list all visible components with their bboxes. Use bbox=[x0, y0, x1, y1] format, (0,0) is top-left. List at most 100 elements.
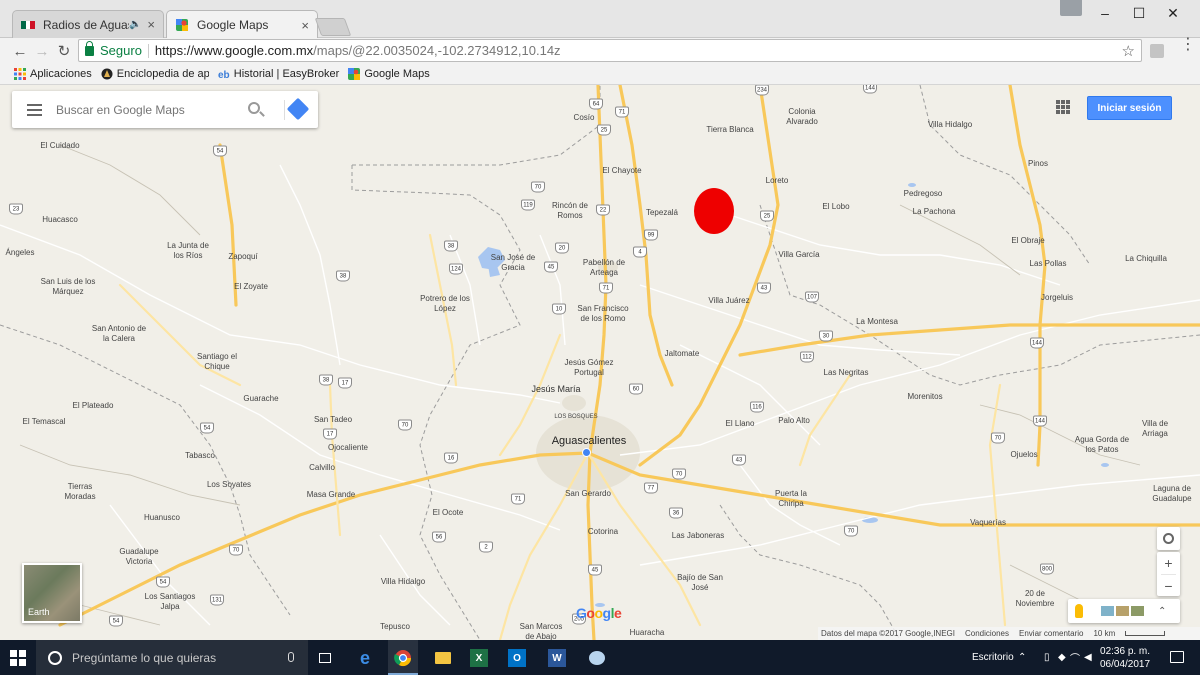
imagery-thumbnails[interactable] bbox=[1101, 606, 1144, 616]
town-label[interactable]: El Zoyate bbox=[234, 282, 268, 292]
town-label[interactable]: Los Soyates bbox=[207, 480, 251, 490]
pegman-icon[interactable] bbox=[1075, 604, 1083, 618]
town-label[interactable]: Cotorina bbox=[588, 527, 618, 537]
neighborhood-label[interactable]: LOS BOSQUES bbox=[554, 412, 597, 422]
town-label[interactable]: El Llano bbox=[726, 419, 755, 429]
town-label[interactable]: Tepusco bbox=[380, 622, 410, 632]
town-label[interactable]: Tierras Moradas bbox=[58, 482, 102, 502]
town-label[interactable]: La Pachona bbox=[913, 207, 956, 217]
volume-icon[interactable]: ◀ bbox=[1084, 640, 1092, 675]
town-label[interactable]: Rincón de Romos bbox=[547, 201, 593, 221]
town-label[interactable]: San Antonio de la Calera bbox=[88, 324, 150, 344]
town-label[interactable]: Jesús Gómez Portugal bbox=[556, 358, 622, 378]
town-label[interactable]: La Junta de los Ríos bbox=[163, 241, 213, 261]
town-label[interactable]: Pabellón de Arteaga bbox=[578, 258, 630, 278]
word-icon[interactable]: W bbox=[548, 649, 566, 667]
town-label[interactable]: Guarache bbox=[243, 394, 278, 404]
town-label[interactable]: El Cuidado bbox=[40, 141, 79, 151]
tab-radios[interactable]: Radios de Aguascalier 🔈 × bbox=[12, 10, 164, 38]
town-label[interactable]: Villa García bbox=[778, 250, 819, 260]
map-canvas[interactable]: Aguascalientes Jesús María LOS BOSQUES C… bbox=[0, 85, 1200, 640]
extension-icon[interactable] bbox=[1150, 44, 1164, 58]
terms-link[interactable]: Condiciones bbox=[965, 629, 1009, 638]
chevron-up-icon[interactable]: ⌃ bbox=[1018, 640, 1026, 675]
town-label[interactable]: San Tadeo bbox=[314, 415, 352, 425]
town-label[interactable]: Puerta la Chiripa bbox=[769, 489, 813, 509]
town-label[interactable]: Huaracha bbox=[630, 628, 665, 638]
town-label[interactable]: San José de Gracia bbox=[490, 253, 536, 273]
town-label[interactable]: Calvillo bbox=[309, 463, 335, 473]
wifi-icon[interactable]: ⌒ bbox=[1070, 640, 1080, 675]
user-profile-icon[interactable] bbox=[1060, 0, 1082, 16]
new-tab-button[interactable] bbox=[314, 18, 352, 36]
town-label[interactable]: Potrero de los López bbox=[420, 294, 470, 314]
town-label[interactable]: Jesús María bbox=[531, 384, 580, 394]
address-bar[interactable]: Seguro https://www.google.com.mx /maps/@… bbox=[78, 39, 1142, 62]
google-apps-icon[interactable] bbox=[1056, 100, 1070, 114]
sign-in-button[interactable]: Iniciar sesión bbox=[1087, 96, 1172, 120]
town-label[interactable]: El Plateado bbox=[73, 401, 114, 411]
browser-menu-icon[interactable]: ⋮ bbox=[1180, 37, 1196, 53]
close-window-button[interactable]: ✕ bbox=[1150, 0, 1196, 26]
system-clock[interactable]: 02:36 p. m. 06/04/2017 bbox=[1100, 645, 1150, 671]
secure-indicator[interactable]: Seguro bbox=[85, 40, 142, 58]
town-label[interactable]: Las Pollas bbox=[1030, 259, 1067, 269]
zoom-in-button[interactable]: + bbox=[1157, 552, 1180, 574]
town-label[interactable]: Morenitos bbox=[907, 392, 942, 402]
town-label[interactable]: El Lobo bbox=[822, 202, 849, 212]
town-label[interactable]: Tepezalá bbox=[646, 208, 678, 218]
town-label[interactable]: Vaquerías bbox=[970, 518, 1006, 528]
tab-google-maps[interactable]: Google Maps × bbox=[166, 10, 318, 39]
close-tab-icon[interactable]: × bbox=[301, 18, 309, 33]
excel-icon[interactable]: X bbox=[470, 649, 488, 667]
town-label[interactable]: Pedregoso bbox=[904, 189, 943, 199]
town-label[interactable]: Ojocaliente bbox=[328, 443, 368, 453]
town-label[interactable]: Villa Hidalgo bbox=[928, 120, 972, 130]
bookmark-easybroker[interactable]: eb Historial | EasyBroker bbox=[218, 68, 340, 80]
chrome-icon[interactable] bbox=[392, 647, 414, 669]
town-label[interactable]: Masa Grande bbox=[307, 490, 355, 500]
town-label[interactable]: Villa de Arriaga bbox=[1137, 419, 1173, 439]
town-label[interactable]: Laguna de Guadalupe bbox=[1146, 484, 1198, 504]
town-label[interactable]: Tabasco bbox=[185, 451, 215, 461]
earth-view-toggle[interactable]: Earth bbox=[22, 563, 82, 623]
task-view-icon[interactable] bbox=[314, 647, 336, 669]
town-label[interactable]: Villa Juárez bbox=[708, 296, 749, 306]
file-explorer-icon[interactable] bbox=[432, 647, 454, 669]
outlook-icon[interactable]: O bbox=[508, 649, 526, 667]
search-icon[interactable] bbox=[248, 102, 260, 114]
desktop-label[interactable]: Escritorio bbox=[972, 640, 1014, 675]
edge-icon[interactable]: e bbox=[354, 647, 376, 669]
town-label[interactable]: El Obraje bbox=[1011, 236, 1044, 246]
town-label[interactable]: San Marcos de Abajo bbox=[516, 622, 566, 640]
town-label[interactable]: Huanusco bbox=[144, 513, 180, 523]
menu-icon[interactable] bbox=[12, 103, 56, 116]
town-label[interactable]: Bajío de San José bbox=[677, 573, 723, 593]
town-label[interactable]: La Chiquilla bbox=[1125, 254, 1167, 264]
my-location-button[interactable] bbox=[1157, 527, 1180, 550]
microphone-icon[interactable] bbox=[288, 652, 294, 662]
town-label[interactable]: Agua Gorda de los Patos bbox=[1072, 435, 1132, 455]
town-label[interactable]: Colonia Alvarado bbox=[777, 107, 827, 127]
town-label[interactable]: Los Santiagos Jalpa bbox=[137, 592, 203, 612]
directions-icon[interactable] bbox=[286, 97, 310, 121]
town-label[interactable]: El Temascal bbox=[23, 417, 66, 427]
town-label[interactable]: Ángeles bbox=[6, 248, 35, 258]
town-label[interactable]: Las Negritas bbox=[824, 368, 869, 378]
town-label[interactable]: Zapoquí bbox=[228, 252, 257, 262]
back-button[interactable]: ← bbox=[10, 41, 30, 61]
dropbox-icon[interactable]: ◆ bbox=[1058, 640, 1066, 675]
town-label[interactable]: Pinos bbox=[1028, 159, 1048, 169]
city-label[interactable]: Aguascalientes bbox=[552, 436, 627, 447]
bookmark-enciclopedia[interactable]: Enciclopedia de apert bbox=[101, 68, 209, 80]
town-label[interactable]: Jorgeluis bbox=[1041, 293, 1073, 303]
forward-button[interactable]: → bbox=[32, 41, 52, 61]
town-label[interactable]: Loreto bbox=[766, 176, 789, 186]
town-label[interactable]: El Ocote bbox=[433, 508, 464, 518]
town-label[interactable]: Cosío bbox=[574, 113, 595, 123]
town-label[interactable]: El Chayote bbox=[602, 166, 641, 176]
network-status-icon[interactable]: ▯ bbox=[1044, 640, 1050, 675]
feedback-link[interactable]: Enviar comentario bbox=[1019, 629, 1083, 638]
town-label[interactable]: 20 de Noviembre bbox=[1010, 589, 1060, 609]
town-label[interactable]: Tierra Blanca bbox=[706, 125, 753, 135]
